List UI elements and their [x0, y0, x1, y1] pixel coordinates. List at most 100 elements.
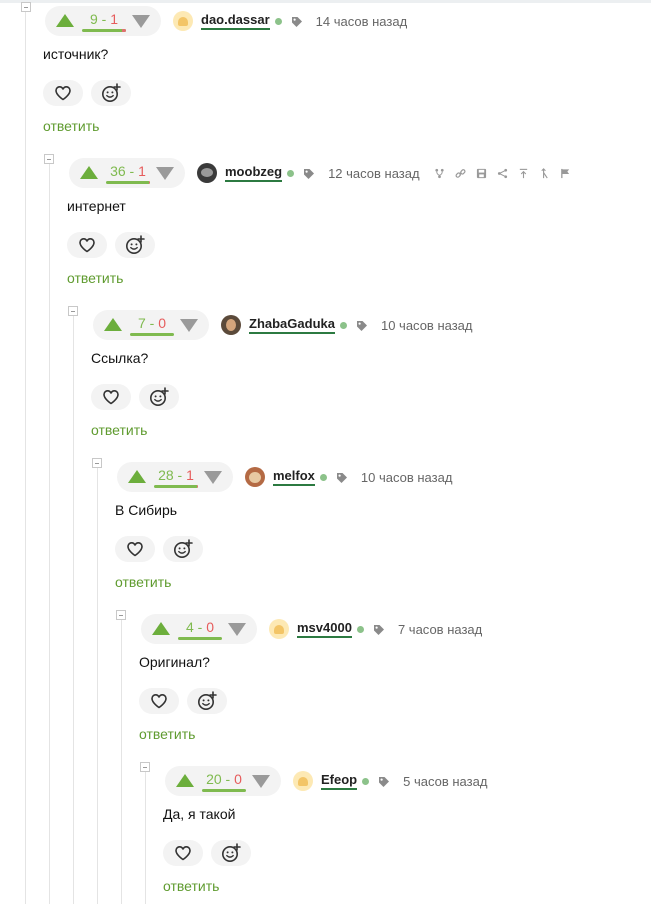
- rating-bar: [106, 181, 150, 184]
- comment-time[interactable]: 10 часов назад: [361, 470, 453, 485]
- save-icon[interactable]: [476, 168, 487, 179]
- comment: 28 - 1 melfox 10 часов назад В Сибирь ответи…: [115, 462, 453, 590]
- triangle-up-icon[interactable]: [104, 318, 122, 331]
- link-icon[interactable]: [455, 168, 466, 179]
- thread-line[interactable]: [97, 467, 98, 904]
- rating-separator: -: [193, 619, 207, 635]
- like-button[interactable]: [139, 688, 179, 714]
- avatar[interactable]: [221, 315, 241, 335]
- comment-time[interactable]: 12 часов назад: [328, 166, 420, 181]
- username-link[interactable]: melfox: [273, 468, 315, 486]
- reply-link[interactable]: ответить: [67, 270, 123, 286]
- like-button[interactable]: [67, 232, 107, 258]
- triangle-down-icon[interactable]: [132, 15, 150, 28]
- tag-icon[interactable]: [373, 623, 385, 635]
- avatar[interactable]: [293, 771, 313, 791]
- thread-line[interactable]: [121, 619, 122, 904]
- rating-minuses: 1: [138, 163, 146, 179]
- collapse-toggle[interactable]: [116, 610, 126, 620]
- rating-pluses: 4: [185, 619, 194, 635]
- username-link[interactable]: ZhabaGaduka: [249, 316, 335, 334]
- comment: 9 - 1 dao.dassar 14 часов назад источник? от…: [43, 6, 408, 134]
- triangle-down-icon[interactable]: [228, 623, 246, 636]
- tag-icon[interactable]: [291, 15, 303, 27]
- thread-line[interactable]: [49, 163, 50, 904]
- rating-score: 36 - 1: [106, 164, 150, 178]
- rating-score: 9 - 1: [82, 12, 126, 26]
- thread-line[interactable]: [145, 771, 146, 904]
- thread-line[interactable]: [73, 315, 74, 904]
- emoji-add-icon: [101, 83, 121, 103]
- rating-minuses: 1: [110, 11, 119, 27]
- comment-header: 20 - 0 Efeop 5 часов назад: [165, 766, 487, 796]
- tag-icon[interactable]: [378, 775, 390, 787]
- reply-link[interactable]: ответить: [43, 118, 99, 134]
- collapse-toggle[interactable]: [21, 2, 31, 12]
- username-link[interactable]: dao.dassar: [201, 12, 270, 30]
- reaction-button[interactable]: [115, 232, 155, 258]
- reaction-button[interactable]: [91, 80, 131, 106]
- comment-time[interactable]: 14 часов назад: [316, 14, 408, 29]
- comment-text: Ссылка?: [91, 350, 149, 366]
- username-link[interactable]: moobzeg: [225, 164, 283, 182]
- avatar[interactable]: [197, 163, 217, 183]
- comment-header: 4 - 0 msv4000 7 часов назад: [141, 614, 482, 644]
- collapse-toggle[interactable]: [140, 762, 150, 772]
- share-icon[interactable]: [497, 168, 508, 179]
- rating-separator: -: [221, 771, 235, 787]
- comment-time[interactable]: 5 часов назад: [403, 774, 487, 789]
- rating-bar: [82, 29, 126, 32]
- like-button[interactable]: [91, 384, 131, 410]
- username-link[interactable]: Efeop: [321, 772, 358, 790]
- comment-time[interactable]: 7 часов назад: [398, 622, 482, 637]
- like-button[interactable]: [163, 840, 203, 866]
- heart-icon: [174, 845, 192, 861]
- online-status-dot: [287, 169, 295, 177]
- triangle-down-icon[interactable]: [180, 319, 198, 332]
- reaction-button[interactable]: [187, 688, 227, 714]
- triangle-up-icon[interactable]: [176, 774, 194, 787]
- collapse-toggle[interactable]: [92, 458, 102, 468]
- triangle-up-icon[interactable]: [128, 470, 146, 483]
- flag-icon[interactable]: [560, 168, 571, 179]
- avatar[interactable]: [269, 619, 289, 639]
- like-button[interactable]: [115, 536, 155, 562]
- avatar[interactable]: [245, 467, 265, 487]
- branch-icon[interactable]: [434, 168, 445, 179]
- reaction-button[interactable]: [139, 384, 179, 410]
- pin-icon[interactable]: [539, 167, 550, 179]
- triangle-down-icon[interactable]: [156, 167, 174, 180]
- rating-score: 28 - 1: [154, 468, 198, 482]
- comment-text: Да, я такой: [163, 806, 236, 822]
- triangle-down-icon[interactable]: [204, 471, 222, 484]
- reply-link[interactable]: ответить: [115, 574, 171, 590]
- username-link[interactable]: msv4000: [297, 620, 352, 638]
- tag-icon[interactable]: [336, 471, 348, 483]
- heart-icon: [150, 693, 168, 709]
- rating-bar: [178, 637, 222, 640]
- tag-icon[interactable]: [356, 319, 368, 331]
- like-button[interactable]: [43, 80, 83, 106]
- collapse-toggle[interactable]: [44, 154, 54, 164]
- online-status-dot: [356, 625, 364, 633]
- rating-separator: -: [173, 467, 187, 483]
- reaction-button[interactable]: [211, 840, 251, 866]
- comment-time[interactable]: 10 часов назад: [381, 318, 473, 333]
- reply-link[interactable]: ответить: [139, 726, 195, 742]
- heart-icon: [54, 85, 72, 101]
- emoji-add-icon: [221, 843, 241, 863]
- triangle-down-icon[interactable]: [252, 775, 270, 788]
- go-to-parent-icon[interactable]: [518, 168, 529, 179]
- reply-link[interactable]: ответить: [91, 422, 147, 438]
- thread-line[interactable]: [25, 3, 26, 904]
- reaction-button[interactable]: [163, 536, 203, 562]
- tag-icon[interactable]: [303, 167, 315, 179]
- reply-link[interactable]: ответить: [163, 878, 219, 894]
- collapse-toggle[interactable]: [68, 306, 78, 316]
- avatar[interactable]: [173, 11, 193, 31]
- triangle-up-icon[interactable]: [56, 14, 74, 27]
- triangle-up-icon[interactable]: [152, 622, 170, 635]
- emoji-add-icon: [125, 235, 145, 255]
- rating-minuses: 0: [206, 619, 215, 635]
- triangle-up-icon[interactable]: [80, 166, 98, 179]
